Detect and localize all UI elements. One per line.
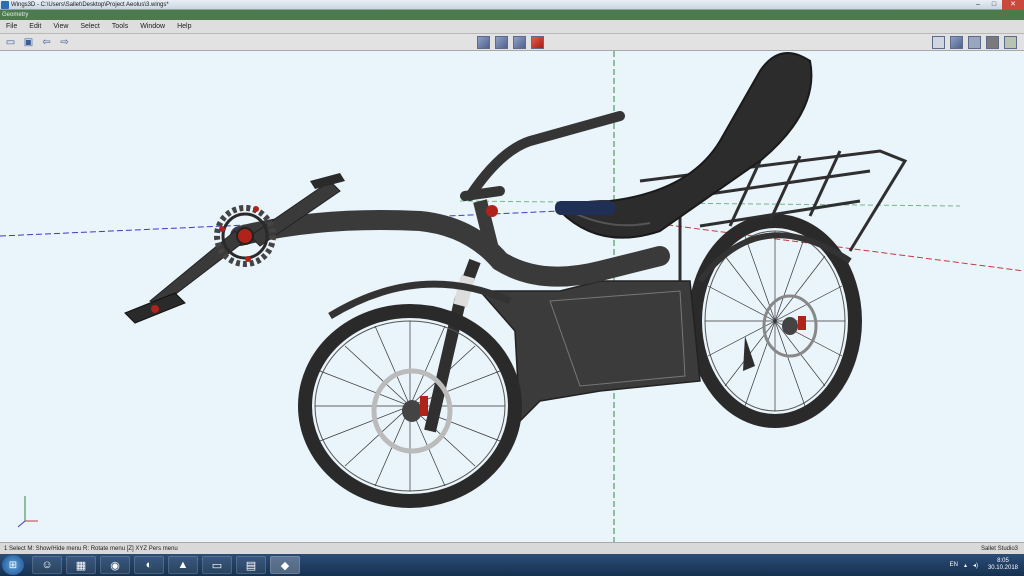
wireframe-icon[interactable] [968, 36, 981, 49]
wings3d-app-icon [1, 0, 9, 9]
windows-taskbar: ⊞ ☺ ▦ ◉ ◐ ▲ ▭ ▤ ◆ EN ▴ ◂) 8:05 30.10.201… [0, 554, 1024, 576]
people-icon[interactable]: ☺ [32, 556, 62, 574]
open-icon[interactable]: ▭ [4, 36, 17, 49]
system-tray: EN ▴ ◂) 8:05 30.10.2018 [944, 554, 1018, 576]
menu-edit[interactable]: Edit [29, 23, 41, 30]
minimize-button[interactable]: – [970, 0, 986, 10]
menu-select[interactable]: Select [80, 23, 99, 30]
clock[interactable]: 8:05 30.10.2018 [988, 558, 1018, 572]
menu-window[interactable]: Window [140, 23, 165, 30]
crankset [124, 173, 345, 324]
save-icon[interactable]: ▣ [22, 36, 35, 49]
show-all-icon[interactable] [986, 36, 999, 49]
smooth-shading-icon[interactable] [950, 36, 963, 49]
film-icon[interactable]: ▤ [236, 556, 266, 574]
menu-file[interactable]: File [6, 23, 17, 30]
maximize-button[interactable]: □ [986, 0, 1002, 10]
menu-view[interactable]: View [53, 23, 68, 30]
menu-bar: File Edit View Select Tools Window Help [0, 20, 1024, 34]
volume-icon[interactable]: ◂) [973, 562, 978, 569]
recumbent-seat [555, 52, 813, 239]
status-bar: 1 Select M: Show/Hide menu R: Rotate men… [0, 542, 1024, 554]
window-title: Wings3D - C:\Users\Sallet\Desktop\Projec… [11, 1, 169, 8]
geometry-window-bar: Geometry [0, 10, 1024, 20]
network-icon[interactable]: ▴ [964, 562, 967, 569]
autodesk-icon[interactable]: ▲ [168, 556, 198, 574]
undo-icon[interactable]: ⇦ [40, 36, 53, 49]
vertex-mode-button[interactable] [477, 36, 490, 49]
body-mode-button[interactable] [531, 36, 544, 49]
axis-gizmo [17, 496, 38, 528]
menu-help[interactable]: Help [177, 23, 191, 30]
clock-date: 30.10.2018 [987, 565, 1018, 571]
menu-tools[interactable]: Tools [112, 23, 128, 30]
window-controls: – □ ✕ [970, 0, 1024, 10]
redo-icon[interactable]: ⇨ [58, 36, 71, 49]
edge-mode-button[interactable] [495, 36, 508, 49]
face-mode-button[interactable] [513, 36, 526, 49]
front-wheel [298, 304, 522, 508]
geometry-viewport[interactable] [0, 51, 1024, 542]
recumbent-bike-model [0, 51, 1024, 542]
wings3d-icon[interactable]: ◆ [270, 556, 300, 574]
orthographic-icon[interactable] [1004, 36, 1017, 49]
clock-time: 8:05 [997, 558, 1009, 564]
chrome-icon[interactable]: ◉ [100, 556, 130, 574]
windows-start-icon[interactable]: ⊞ [2, 555, 24, 575]
language-indicator[interactable]: EN [950, 562, 958, 568]
folder-icon[interactable]: ▭ [202, 556, 232, 574]
ground-plane-icon[interactable] [932, 36, 945, 49]
close-button[interactable]: ✕ [1002, 0, 1024, 10]
calculator-icon[interactable]: ▦ [66, 556, 96, 574]
toolbar: ▭ ▣ ⇦ ⇨ [0, 34, 1024, 51]
vivaldi-icon[interactable]: ◐ [134, 556, 164, 574]
window-titlebar: Wings3D - C:\Users\Sallet\Desktop\Projec… [0, 0, 1024, 10]
